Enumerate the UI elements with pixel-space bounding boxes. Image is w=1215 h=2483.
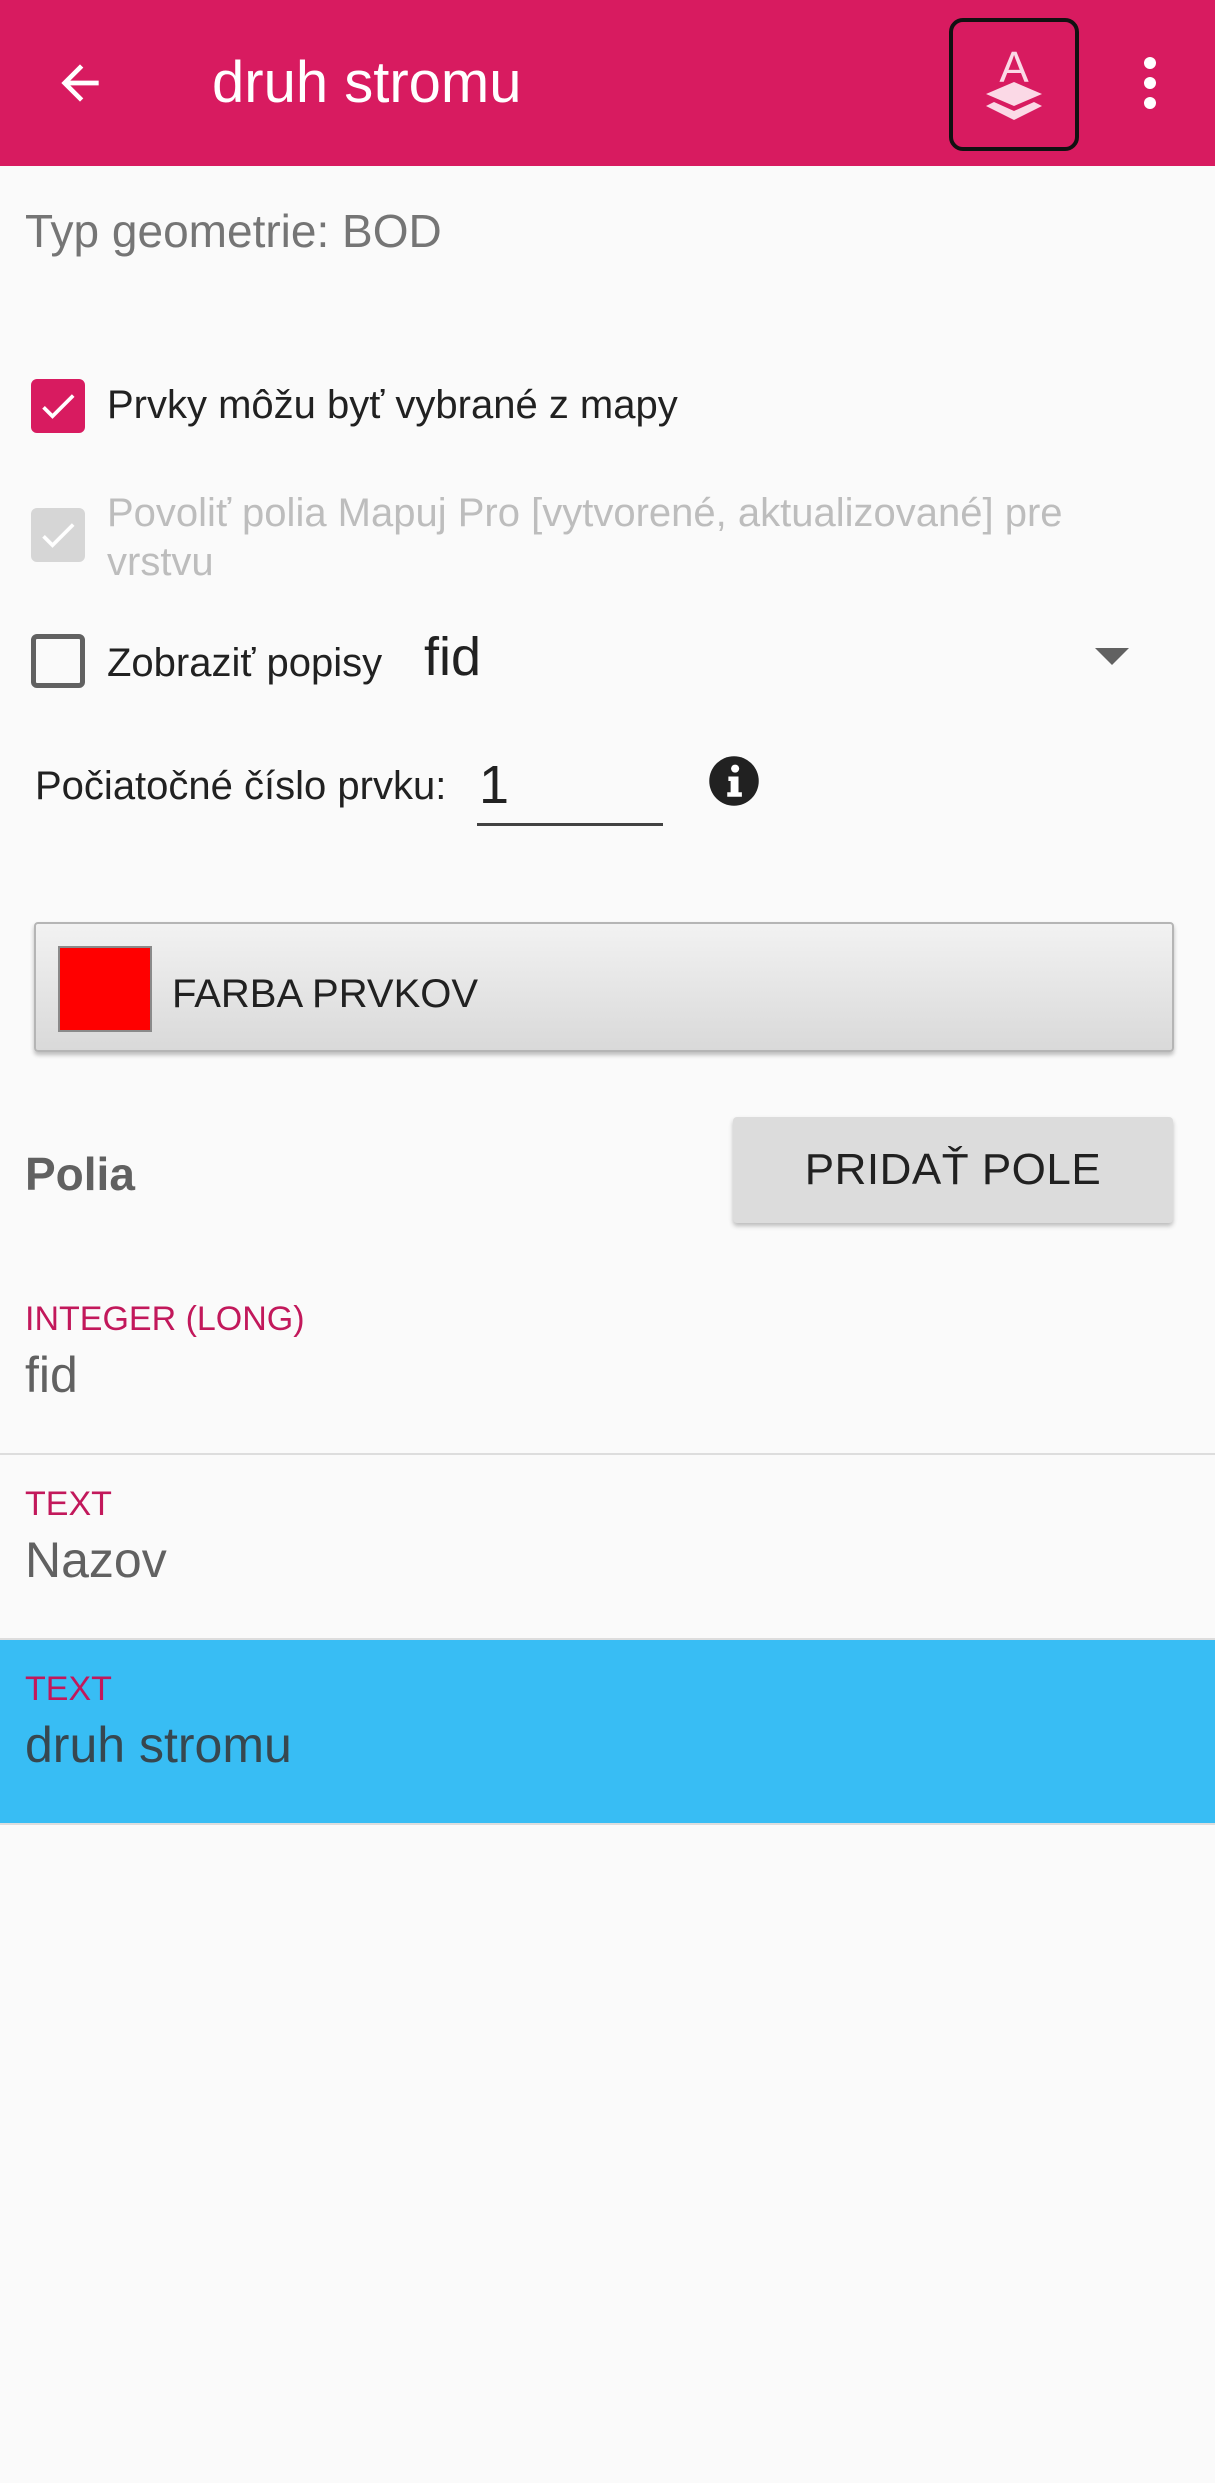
geometry-type-text: Typ geometrie: BOD (25, 205, 442, 257)
arrow-left-icon (61, 64, 99, 102)
layer-a-icon: A (986, 43, 1042, 120)
field-name: Nazov (25, 1532, 167, 1588)
field-type: TEXT (25, 1670, 112, 1708)
dropdown-arrow-icon[interactable] (1095, 648, 1129, 665)
more-vert-icon (1144, 57, 1156, 109)
show-labels-label: Zobraziť popisy (107, 641, 383, 685)
field-name: druh stromu (25, 1717, 292, 1773)
field-row[interactable]: TEXT Nazov (0, 1455, 1215, 1640)
field-type: TEXT (25, 1485, 112, 1523)
mapuj-fields-label: Povoliť polia Mapuj Pro [vytvorené, aktu… (107, 491, 1063, 584)
start-number-input[interactable]: 1 (477, 752, 663, 826)
feature-color-label: FARBA PRVKOV (172, 972, 479, 1016)
info-icon[interactable] (707, 754, 761, 808)
show-labels-checkbox[interactable] (31, 634, 85, 688)
add-field-button[interactable]: PRIDAŤ POLE (733, 1117, 1173, 1223)
start-number-label: Počiatočné číslo prvku: (35, 764, 447, 808)
selectable-label: Prvky môžu byť vybrané z mapy (107, 383, 678, 427)
check-icon (42, 523, 75, 548)
overflow-menu-button[interactable] (1120, 43, 1180, 123)
color-swatch (58, 946, 152, 1032)
check-icon (42, 394, 75, 419)
mapuj-fields-checkbox (31, 508, 85, 562)
app-bar: druh stromu A (0, 0, 1215, 166)
field-type: INTEGER (LONG) (25, 1300, 305, 1338)
feature-color-button[interactable]: FARBA PRVKOV (34, 922, 1174, 1052)
label-field-dropdown[interactable]: fid (424, 626, 481, 688)
layer-style-button[interactable]: A (949, 18, 1079, 151)
back-button[interactable] (40, 43, 120, 123)
field-row-selected[interactable]: TEXT druh stromu (0, 1640, 1215, 1825)
fields-section-title: Polia (25, 1148, 135, 1200)
field-name: fid (25, 1347, 78, 1403)
selectable-checkbox[interactable] (31, 379, 85, 433)
page-title: druh stromu (212, 50, 522, 115)
field-row[interactable]: INTEGER (LONG) fid (0, 1270, 1215, 1455)
